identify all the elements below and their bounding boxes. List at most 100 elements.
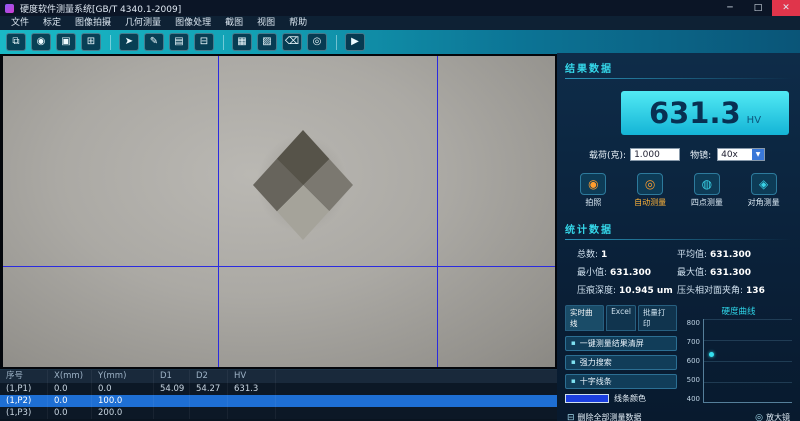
four-point-measure-button[interactable]: ◍ 四点测量 — [679, 173, 736, 208]
tab-batch-print[interactable]: 批量打印 — [638, 305, 677, 331]
capture-photo-label: 拍照 — [565, 197, 622, 208]
chart-area: 800700600500400 — [685, 319, 792, 403]
bottom-actions: ⊟ 删除全部测量数据 ◎ 放大镜 — [565, 412, 792, 421]
auto-measure-label: 自动测量 — [622, 197, 679, 208]
four-point-label: 四点测量 — [679, 197, 736, 208]
objective-value: 40x — [718, 149, 752, 160]
chart-point — [709, 352, 714, 357]
crosshair-vertical-right — [437, 56, 438, 367]
pointer-icon[interactable]: ➤ — [119, 33, 139, 51]
line-color-label: 线条颜色 — [614, 393, 646, 404]
col-d1: D1 — [154, 370, 190, 383]
table-row[interactable]: (1,P3)0.0 200.0 — [0, 407, 557, 419]
toolbar-separator — [110, 35, 111, 50]
delete-all-label: 删除全部测量数据 — [578, 412, 642, 421]
video-icon[interactable]: ▣ — [56, 33, 76, 51]
objective-label: 物镜: — [690, 148, 711, 161]
right-panel: 结果数据 631.3 HV 载荷(克): 物镜: 40x ▼ ◉ 拍照 ◎ 自动… — [557, 53, 800, 421]
table-row-selected[interactable]: (1,P2)0.0 100.0 — [0, 395, 557, 407]
curve-tabs: 实时曲线 Excel 批量打印 — [565, 305, 677, 331]
menu-calibration[interactable]: 标定 — [36, 16, 68, 30]
tab-realtime-curve[interactable]: 实时曲线 — [565, 305, 604, 331]
menu-image-processing[interactable]: 图像处理 — [168, 16, 218, 30]
stat-indenter-angle: 压头相对面夹角:136 — [677, 283, 792, 296]
delete-icon[interactable]: ⌫ — [282, 33, 302, 51]
magnifier-label: 放大镜 — [766, 412, 790, 421]
section-divider — [565, 78, 792, 79]
chart-y-axis: 800700600500400 — [685, 319, 703, 403]
magnifier-toggle[interactable]: ◎ 放大镜 — [755, 412, 790, 421]
table-icon[interactable]: ▦ — [232, 33, 252, 51]
measure-grid-icon[interactable]: ⊞ — [81, 33, 101, 51]
tools-section: 实时曲线 Excel 批量打印 ▪ 一键测量结果清屏 ▪ 强力搜索 ▪ 十字线条 — [565, 305, 792, 404]
load-input[interactable] — [630, 148, 680, 161]
menu-screenshot[interactable]: 截图 — [218, 16, 250, 30]
table-header-row: 序号 X(mm) Y(mm) D1 D2 HV — [0, 370, 557, 383]
window-title: 硬度软件测量系统[GB/T 4340.1-2009] — [20, 2, 716, 15]
square-bullet-icon: ▪ — [571, 356, 576, 369]
layers-icon[interactable]: ⊟ — [194, 33, 214, 51]
diagonal-label: 对角测量 — [735, 197, 792, 208]
hardness-display: 631.3 HV — [621, 91, 789, 135]
chart-title: 硬度曲线 — [685, 305, 792, 317]
square-bullet-icon: ▪ — [571, 375, 576, 388]
microscope-image[interactable] — [3, 56, 555, 367]
col-d2: D2 — [190, 370, 228, 383]
auto-measure-icon: ◎ — [637, 173, 663, 195]
stat-max: 最大值:631.300 — [677, 265, 792, 278]
results-table: 序号 X(mm) Y(mm) D1 D2 HV (1,P1)0.0 0.054.… — [0, 369, 557, 421]
camera-icon[interactable]: ◉ — [31, 33, 51, 51]
parameter-row: 载荷(克): 物镜: 40x ▼ — [565, 148, 792, 161]
capture-photo-button[interactable]: ◉ 拍照 — [565, 173, 622, 208]
app-icon — [5, 4, 14, 13]
col-filler — [276, 370, 557, 383]
magnifier-icon: ◎ — [755, 413, 763, 421]
line-color-row: 线条颜色 — [565, 393, 677, 404]
titlebar: 硬度软件测量系统[GB/T 4340.1-2009] ─ □ ✕ — [0, 0, 800, 16]
four-point-icon: ◍ — [694, 173, 720, 195]
minimize-button[interactable]: ─ — [716, 0, 744, 16]
crosshair-horizontal — [3, 266, 555, 267]
maximize-button[interactable]: □ — [744, 0, 772, 16]
table-body: (1,P1)0.0 0.054.09 54.27631.3 (1,P2)0.0 … — [0, 383, 557, 419]
line-color-swatch[interactable] — [565, 394, 609, 403]
menu-file[interactable]: 文件 — [4, 16, 36, 30]
close-button[interactable]: ✕ — [772, 0, 800, 16]
stat-min: 最小值:631.300 — [577, 265, 677, 278]
diagonal-icon: ◈ — [751, 173, 777, 195]
menu-help[interactable]: 帮助 — [282, 16, 314, 30]
tab-excel[interactable]: Excel — [606, 305, 636, 331]
capture-icon[interactable]: ⧉ — [6, 33, 26, 51]
menubar: 文件 标定 图像拍摄 几何测量 图像处理 截图 视图 帮助 — [0, 16, 800, 30]
export-icon[interactable]: ▶ — [345, 33, 365, 51]
image-icon[interactable]: ▨ — [257, 33, 277, 51]
col-y: Y(mm) — [92, 370, 154, 383]
edit-icon[interactable]: ✎ — [144, 33, 164, 51]
image-viewport[interactable] — [0, 54, 557, 369]
objective-select[interactable]: 40x ▼ — [717, 148, 765, 161]
square-bullet-icon: ▪ — [571, 337, 576, 350]
col-index: 序号 — [0, 370, 48, 383]
load-label: 载荷(克): — [589, 148, 626, 161]
snapshot-icon[interactable]: ◎ — [307, 33, 327, 51]
menu-image-capture[interactable]: 图像拍摄 — [68, 16, 118, 30]
menu-geometry-measure[interactable]: 几何测量 — [118, 16, 168, 30]
col-hv: HV — [228, 370, 276, 383]
photo-icon: ◉ — [580, 173, 606, 195]
delete-all-data-button[interactable]: ⊟ 删除全部测量数据 — [567, 412, 642, 421]
stat-indent-depth: 压痕深度:10.945 um — [577, 283, 677, 296]
stat-total: 总数:1 — [577, 247, 677, 260]
diagonal-measure-button[interactable]: ◈ 对角测量 — [735, 173, 792, 208]
strong-search-button[interactable]: ▪ 强力搜索 — [565, 355, 677, 370]
crosshair-lines-button[interactable]: ▪ 十字线条 — [565, 374, 677, 389]
clear-results-button[interactable]: ▪ 一键测量结果清屏 — [565, 336, 677, 351]
table-row[interactable]: (1,P1)0.0 0.054.09 54.27631.3 — [0, 383, 557, 395]
crosshair-lines-label: 十字线条 — [580, 375, 612, 388]
toolbar-separator — [223, 35, 224, 50]
hardness-value: 631.3 — [649, 96, 741, 130]
chart-icon[interactable]: ▤ — [169, 33, 189, 51]
hardness-unit: HV — [747, 115, 761, 126]
toolbar-separator — [336, 35, 337, 50]
menu-view[interactable]: 视图 — [250, 16, 282, 30]
auto-measure-button[interactable]: ◎ 自动测量 — [622, 173, 679, 208]
